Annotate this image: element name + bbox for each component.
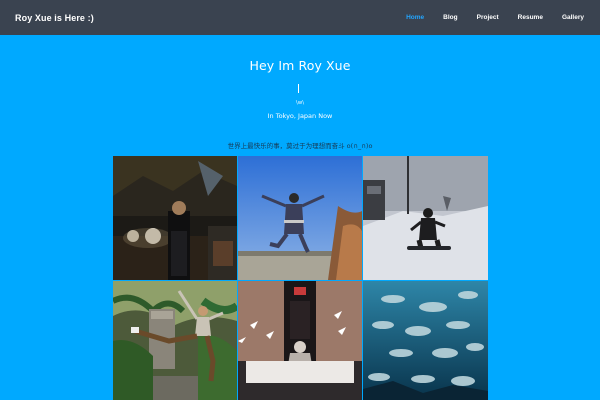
hero-quote: 世界上最快乐的事，莫过于为理想而奋斗 o(∩_∩)o <box>227 142 373 150</box>
aquarium-photo[interactable] <box>363 281 488 400</box>
navbar: Roy Xue is Here :) Home Blog Project Res… <box>0 0 600 35</box>
snowboard-photo[interactable] <box>363 156 488 280</box>
hero-face: \w\ <box>295 100 305 106</box>
nav-item-gallery[interactable]: Gallery <box>562 14 584 21</box>
hero: Hey Im Roy Xue <box>0 58 600 73</box>
exhibit-photo[interactable] <box>238 281 362 400</box>
jump-photo[interactable] <box>238 156 362 280</box>
hero-location: In Tokyo, Japan Now <box>267 112 333 120</box>
typing-cursor <box>298 84 299 93</box>
nav-item-resume[interactable]: Resume <box>518 14 543 21</box>
nav-menu: Home Blog Project Resume Gallery <box>387 14 584 21</box>
nav-item-blog[interactable]: Blog <box>443 14 457 21</box>
photo-gallery <box>113 156 488 400</box>
nav-item-project[interactable]: Project <box>477 14 499 21</box>
garden-pose-photo[interactable] <box>113 281 237 400</box>
nav-item-home[interactable]: Home <box>406 14 424 21</box>
night-street-photo[interactable] <box>113 156 237 280</box>
hero-title: Hey Im Roy Xue <box>249 58 351 73</box>
site-brand[interactable]: Roy Xue is Here :) <box>15 13 94 23</box>
